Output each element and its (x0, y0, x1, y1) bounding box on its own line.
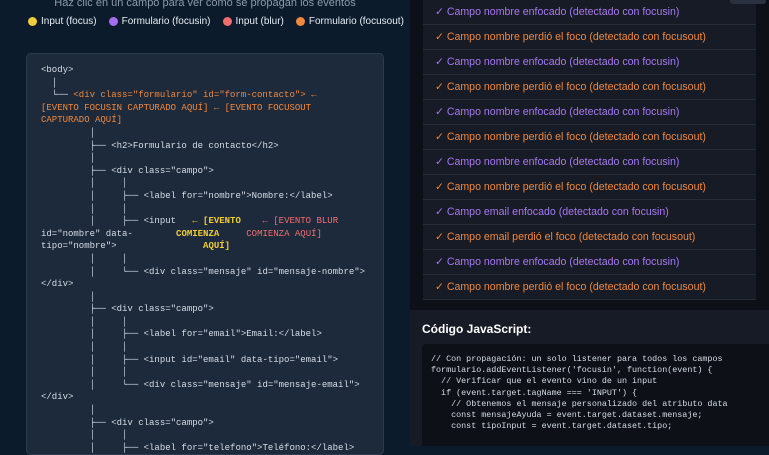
arrow-icon: ← (262, 216, 268, 227)
legend-dot-icon (222, 17, 232, 26)
tree-mensaje-email: <div class="mensaje" id="mensaje-email"> (143, 379, 360, 390)
tree-label-email: <label for="email">Email:</label> (143, 329, 322, 340)
instruction-text: Haz clic en un campo para ver cómo se pr… (54, 0, 356, 9)
tree-label-telefono: <label for="telefono">Teléfono:</label> (143, 442, 355, 453)
legend-label: Formulario (focusin) (121, 16, 211, 27)
tree-input-attr-a: id="nombre" data- (41, 228, 133, 239)
tree-mensaje-nombre: <div class="mensaje" id="mensaje-nombre"… (143, 266, 366, 277)
blur-label-a: [EVENTO BLUR (273, 216, 339, 227)
legend-dot-icon (28, 17, 37, 26)
log-item: ✓ Campo nombre perdió el foco (detectado… (423, 175, 756, 200)
tree-input-nombre: <input (143, 216, 177, 227)
legend-item-input-focus: Input (focus) (28, 16, 97, 27)
code-section: Código JavaScript: // Con propagación: u… (410, 310, 769, 446)
legend-label: Formulario (focusout) (308, 16, 404, 27)
results-panel: ✓ Campo nombre enfocado (detectado con f… (410, 0, 769, 446)
legend-label: Input (blur) (235, 16, 284, 27)
code-line: if (event.target.tagName === 'INPUT') { (431, 387, 638, 398)
code-block: // Con propagación: un solo listener par… (422, 344, 769, 446)
tree-form-tag: <div class="formulario" id="form-contact… (73, 90, 306, 101)
demo-panel: Haz clic en un campo para ver cómo se pr… (0, 0, 410, 455)
focusout-captured-label-b: CAPTURADO AQUÍ] (41, 115, 123, 126)
log-item: ✓ Campo email perdió el foco (detectado … (423, 225, 756, 250)
tree-campo-telefono: <div class="campo"> (111, 417, 214, 428)
blur-label-b: COMIENZA AQUÍ] (246, 228, 322, 239)
tree-campo-email: <div class="campo"> (111, 304, 214, 315)
focus-label-a: [EVENTO (203, 216, 241, 227)
code-line: // Verificar que el evento vino de un in… (431, 376, 658, 387)
scrollbar-button[interactable] (730, 0, 766, 4)
legend: Input (focus) Formulario (focusin) Input… (28, 16, 404, 27)
log-item: ✓ Campo nombre perdió el foco (detectado… (423, 75, 756, 100)
legend-item-form-focusin: Formulario (focusin) (108, 16, 211, 27)
log-item: ✓ Campo nombre enfocado (detectado con f… (423, 100, 756, 125)
arrow-icon: ← (213, 102, 220, 113)
dom-tree-panel: <body> │ └── <div class="formulario" id=… (26, 53, 384, 455)
tree-body-tag: <body> (41, 65, 74, 75)
legend-item-form-focusout: Formulario (focusout) (295, 16, 404, 27)
log-item: ✓ Campo nombre perdió el foco (detectado… (423, 125, 756, 150)
focusout-captured-label-a: [EVENTO FOCUSOUT (224, 102, 312, 113)
arrow-icon: ← (311, 90, 317, 101)
code-line: formulario.addEventListener('focusin', f… (431, 365, 713, 376)
code-text: // Con propagación: un solo listener par… (431, 354, 728, 432)
tree-close-div: </div> (41, 392, 74, 403)
focusin-captured-label: [EVENTO FOCUSIN CAPTURADO AQUÍ] (41, 102, 209, 113)
tree-h2-tag: <h2>Formulario de contacto</h2> (111, 140, 279, 151)
code-line: const mensajeAyuda = event.target.datase… (431, 410, 703, 421)
tree-input-attr-b: tipo="nombre"> (41, 241, 117, 252)
code-title: Código JavaScript: (422, 322, 532, 336)
log-item: ✓ Campo nombre perdió el foco (detectado… (423, 275, 756, 300)
tree-input-email: <input id="email" data-tipo="email"> (143, 354, 339, 365)
tree-close-div: </div> (41, 279, 74, 290)
arrow-icon: ← (192, 216, 198, 227)
legend-dot-icon (295, 17, 305, 26)
legend-dot-icon (108, 17, 118, 26)
code-line: const tipoInput = event.target.dataset.t… (431, 421, 673, 432)
code-line: // Con propagación: un solo listener par… (431, 354, 723, 364)
legend-item-input-blur: Input (blur) (222, 16, 284, 27)
log-item: ✓ Campo nombre enfocado (detectado con f… (423, 0, 756, 25)
dom-tree: <body> │ └── <div class="formulario" id=… (41, 65, 366, 453)
log-item: ✓ Campo nombre enfocado (detectado con f… (423, 250, 756, 275)
log-item: ✓ Campo nombre enfocado (detectado con f… (423, 50, 756, 75)
tree-label-nombre: <label for="nombre">Nombre:</label> (143, 190, 333, 201)
legend-label: Input (focus) (41, 16, 97, 27)
focus-label-b: COMIENZA (176, 228, 220, 239)
tree-campo-nombre: <div class="campo"> (111, 165, 214, 176)
log-item: ✓ Campo nombre enfocado (detectado con f… (423, 150, 756, 175)
focus-label-c: AQUÍ] (203, 241, 231, 252)
code-line: // Obtenemos el mensaje personalizado de… (431, 398, 728, 409)
log-item: ✓ Campo nombre perdió el foco (detectado… (423, 25, 756, 50)
event-log[interactable]: ✓ Campo nombre enfocado (detectado con f… (423, 0, 756, 300)
log-item: ✓ Campo email enfocado (detectado con fo… (423, 200, 756, 225)
